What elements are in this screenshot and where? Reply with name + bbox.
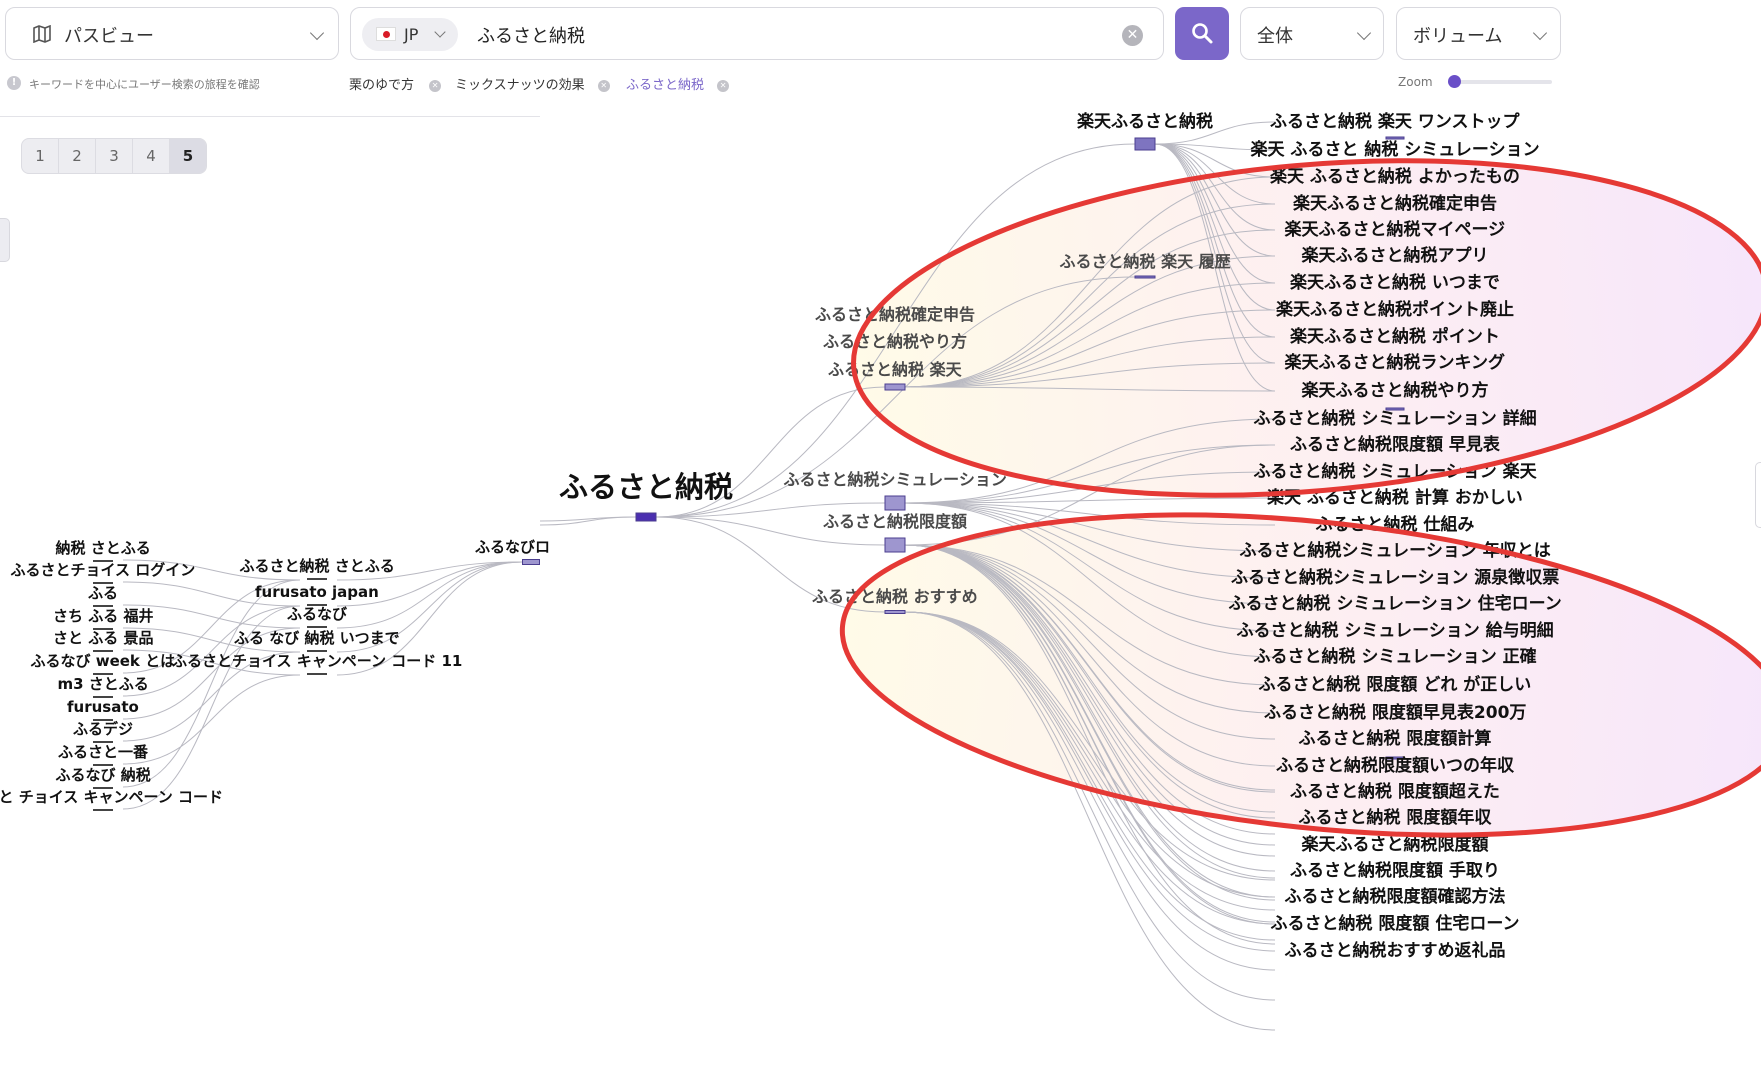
leaf-keyword-label[interactable]: ふるさと納税シミュレーション 源泉徴収票	[1231, 568, 1559, 588]
left-node[interactable]	[522, 559, 540, 565]
leaf-keyword-label[interactable]: 楽天 ふるさと納税 計算 おかしい	[1267, 488, 1523, 508]
mid-keyword-label[interactable]: ふるさと納税確定申告	[815, 305, 975, 325]
left-keyword-label[interactable]: さち ふる 福井	[53, 606, 153, 626]
leaf-keyword-label[interactable]: ふるさと納税限度額 早見表	[1290, 435, 1500, 455]
leaf-keyword-label[interactable]: ふるさと納税 シミュレーション 住宅ローン	[1229, 594, 1562, 614]
leaf-keyword-label[interactable]: ふるさと納税限度額確認方法	[1285, 887, 1506, 907]
leaf-keyword-label[interactable]: 楽天ふるさと納税確定申告	[1293, 194, 1497, 214]
leaf-keyword-label[interactable]: 楽天ふるさと納税 いつまで	[1290, 273, 1500, 293]
leaf-keyword-label[interactable]: ふるさと納税 限度額早見表200万	[1264, 703, 1526, 723]
leaf-keyword-label[interactable]: ふるさと納税 仕組み	[1316, 515, 1475, 535]
mid-keyword-label[interactable]: 楽天ふるさと納税	[1077, 112, 1213, 132]
leaf-keyword-label[interactable]: ふるさと納税 シミュレーション 楽天	[1254, 462, 1537, 482]
leaf-keyword-label[interactable]: 楽天ふるさと納税 ポイント	[1290, 327, 1500, 347]
left-keyword-label[interactable]: 納税 さとふる	[56, 538, 151, 558]
left-keyword-label[interactable]: ふるデジ	[73, 719, 133, 739]
node-marker	[93, 809, 113, 811]
leaf-keyword-label[interactable]: 楽天 ふるさと 納税 シミュレーション	[1251, 140, 1540, 160]
left-keyword-label[interactable]: ふるなびロ	[475, 537, 550, 557]
leaf-node[interactable]	[1385, 136, 1405, 140]
left-keyword-label[interactable]: ふるさとチョイス キャンペーン コード 11	[172, 651, 462, 671]
left-keyword-label[interactable]: ふるなび week とは	[31, 651, 176, 671]
leaf-keyword-label[interactable]: ふるさと納税 シミュレーション 正確	[1254, 647, 1537, 667]
leaf-keyword-label[interactable]: ふるさと納税シミュレーション 年収とは	[1240, 541, 1551, 561]
leaf-keyword-label[interactable]: ふるさと納税 限度額年収	[1299, 808, 1492, 828]
left-keyword-label[interactable]: ふる	[88, 583, 118, 603]
mid-node[interactable]	[1134, 275, 1156, 279]
node-marker	[307, 578, 327, 580]
leaf-keyword-label[interactable]: ふるさと納税 シミュレーション 詳細	[1254, 409, 1537, 429]
mid-node[interactable]	[884, 537, 906, 553]
mid-keyword-label[interactable]: ふるさと納税限度額	[823, 512, 967, 532]
left-keyword-label[interactable]: furusato japan	[255, 582, 379, 602]
mid-keyword-label[interactable]: ふるさと納税やり方	[823, 332, 967, 352]
leaf-keyword-label[interactable]: 楽天ふるさと納税マイページ	[1285, 220, 1506, 240]
left-keyword-label[interactable]: ふる なび 納税 いつまで	[234, 628, 400, 648]
left-keyword-label[interactable]: ふるさと一番	[58, 742, 148, 762]
center-node[interactable]	[635, 512, 657, 522]
mid-keyword-label[interactable]: ふるさと納税 おすすめ	[812, 587, 978, 607]
leaf-keyword-label[interactable]: ふるさと納税限度額 手取り	[1290, 861, 1500, 881]
left-keyword-label[interactable]: ふるさとチョイス ログイン	[11, 560, 196, 580]
left-keyword-label[interactable]: m3 さとふる	[58, 674, 149, 694]
leaf-keyword-label[interactable]: 楽天ふるさと納税ランキング	[1285, 353, 1506, 373]
leaf-keyword-label[interactable]: 楽天ふるさと納税限度額	[1302, 835, 1489, 855]
mid-node[interactable]	[884, 495, 906, 511]
center-keyword-label[interactable]: ふるさと納税	[559, 473, 733, 502]
mid-keyword-label[interactable]: ふるさと納税 楽天	[828, 360, 962, 380]
left-keyword-label[interactable]: さと ふる 景品	[53, 628, 153, 648]
leaf-keyword-label[interactable]: ふるさと納税 限度額 住宅ローン	[1271, 914, 1520, 934]
graph-edge	[122, 674, 301, 765]
leaf-keyword-label[interactable]: ふるさと納税 限度額超えた	[1290, 782, 1500, 802]
left-keyword-label[interactable]: furusato	[67, 697, 139, 717]
left-keyword-label[interactable]: ふるさと納税 さとふる	[240, 556, 395, 576]
leaf-keyword-label[interactable]: ふるさと納税 楽天 ワンストップ	[1270, 112, 1520, 132]
mid-node[interactable]	[1134, 137, 1156, 151]
leaf-keyword-label[interactable]: ふるさと納税 限度額計算	[1299, 729, 1492, 749]
mid-keyword-label[interactable]: ふるさと納税シミュレーション	[784, 470, 1007, 490]
leaf-keyword-label[interactable]: ふるさと納税 シミュレーション 給与明細	[1237, 621, 1554, 641]
left-keyword-label[interactable]: ふるなび	[287, 604, 347, 624]
left-keyword-label[interactable]: ふるなび 納税	[56, 765, 151, 785]
mid-keyword-label[interactable]: ふるさと納税 楽天 履歴	[1060, 252, 1231, 272]
leaf-keyword-label[interactable]: 楽天ふるさと納税やり方	[1302, 381, 1489, 401]
leaf-keyword-label[interactable]: 楽天ふるさと納税ポイント廃止	[1276, 300, 1514, 320]
leaf-keyword-label[interactable]: 楽天ふるさと納税アプリ	[1302, 246, 1489, 266]
leaf-keyword-label[interactable]: ふるさと納税 限度額 どれ が正しい	[1259, 675, 1532, 695]
leaf-keyword-label[interactable]: ふるさと納税おすすめ返礼品	[1285, 941, 1506, 961]
mid-node[interactable]	[884, 610, 906, 614]
leaf-keyword-label[interactable]: 楽天 ふるさと納税 よかったもの	[1270, 167, 1520, 187]
left-keyword-label[interactable]: さと チョイス キャンペーン コード	[0, 787, 223, 807]
node-marker	[307, 673, 327, 675]
mid-node[interactable]	[884, 383, 906, 391]
leaf-keyword-label[interactable]: ふるさと納税限度額いつの年収	[1276, 756, 1514, 776]
